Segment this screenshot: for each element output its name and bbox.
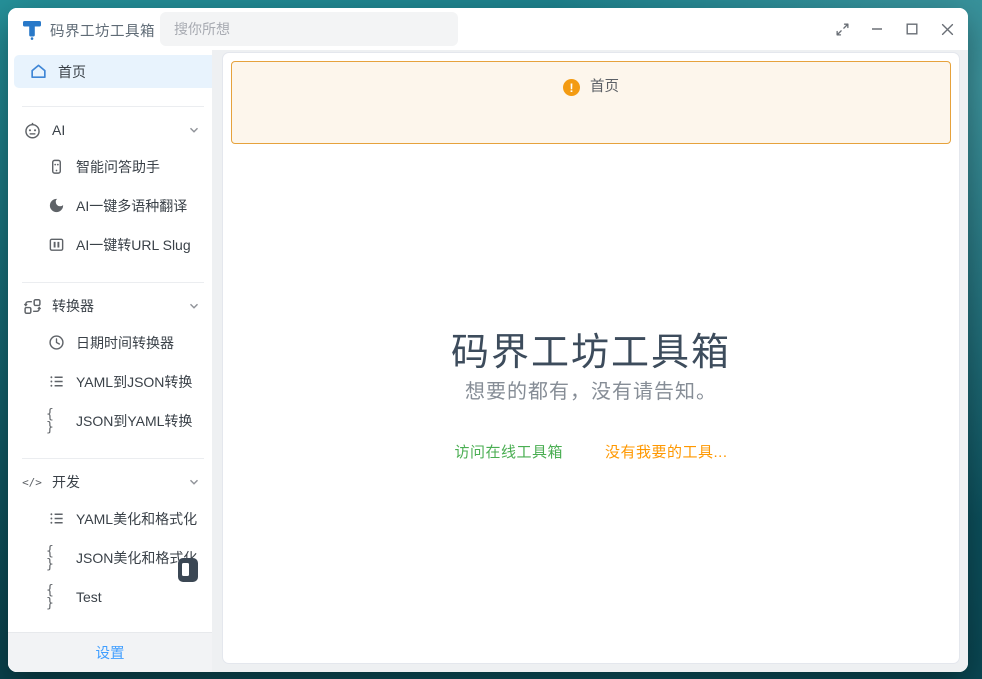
clock-icon: [46, 333, 66, 353]
sidebar-item-yaml-to-json[interactable]: YAML到JSON转换: [8, 362, 212, 401]
section-label: AI: [52, 122, 65, 138]
sidebar-item-label: AI一键多语种翻译: [76, 196, 187, 216]
sidebar-item-datetime-converter[interactable]: 日期时间转换器: [8, 323, 212, 362]
home-icon: [28, 62, 48, 82]
sidebar-item-label: 首页: [58, 62, 86, 82]
transform-icon: [22, 296, 42, 316]
section-label: 开发: [52, 472, 80, 492]
robot-icon: [22, 120, 42, 140]
chevron-down-icon: [188, 476, 200, 488]
sidebar-divider: [22, 282, 204, 283]
missing-tool-link[interactable]: 没有我要的工具...: [605, 441, 728, 462]
sidebar-item-test[interactable]: { } Test: [8, 577, 212, 616]
search-input[interactable]: [160, 12, 458, 46]
hero-links: 访问在线工具箱 没有我要的工具...: [223, 441, 959, 462]
hero-title: 码界工坊工具箱: [223, 321, 959, 376]
expand-button[interactable]: [833, 20, 851, 38]
braces-icon: { }: [46, 411, 66, 431]
sidebar-item-label: YAML到JSON转换: [76, 372, 192, 392]
settings-label: 设置: [96, 642, 125, 663]
settings-button[interactable]: 设置: [8, 632, 212, 672]
expand-icon: [835, 22, 850, 37]
sidebar-item-label: JSON到YAML转换: [76, 411, 192, 431]
floating-handle[interactable]: [178, 558, 198, 582]
minimize-icon: [870, 22, 884, 36]
sidebar-item-ai-url-slug[interactable]: AI一键转URL Slug: [8, 225, 212, 264]
close-icon: [940, 22, 955, 37]
sidebar-item-label: 日期时间转换器: [76, 333, 174, 353]
braces-icon: { }: [46, 587, 66, 607]
app-window: 码界工坊工具箱 首页 AI 智能问答助手 AI一键多语种翻译 AI一键转URL Slug…: [8, 8, 968, 672]
sidebar-item-label: YAML美化和格式化: [76, 509, 197, 529]
sidebar-item-label: AI一键转URL Slug: [76, 235, 191, 255]
list-icon: [46, 372, 66, 392]
content-area: 首页 AI 智能问答助手 AI一键多语种翻译 AI一键转URL Slug 转换器日期时间转…: [8, 50, 968, 672]
section-label: 转换器: [52, 296, 94, 316]
sidebar-item-yaml-beautify[interactable]: YAML美化和格式化: [8, 499, 212, 538]
sidebar: 首页 AI 智能问答助手 AI一键多语种翻译 AI一键转URL Slug 转换器日期时间转…: [8, 50, 212, 672]
sidebar-section-ai[interactable]: AI: [8, 113, 212, 147]
sidebar-divider: [22, 106, 204, 107]
list-icon: [46, 509, 66, 529]
sidebar-item-json-to-yaml[interactable]: { } JSON到YAML转换: [8, 401, 212, 440]
moon-icon: [46, 196, 66, 216]
sidebar-divider: [22, 458, 204, 459]
maximize-button[interactable]: [903, 20, 921, 38]
hero-subtitle: 想要的都有，没有请告知。: [223, 375, 959, 404]
app-logo-icon: [22, 18, 44, 42]
chevron-down-icon: [188, 300, 200, 312]
chevron-down-icon: [188, 124, 200, 136]
main-panel: ! 首页 码界工坊工具箱 想要的都有，没有请告知。 访问在线工具箱没有我要的工具…: [222, 52, 960, 664]
sidebar-item-label: 智能问答助手: [76, 157, 160, 177]
columns-icon: [46, 235, 66, 255]
sidebar-item-home[interactable]: 首页: [14, 55, 212, 88]
phone-icon: [46, 157, 66, 177]
sidebar-section-dev[interactable]: </> 开发: [8, 465, 212, 499]
window-controls: [833, 8, 956, 50]
minimize-button[interactable]: [868, 20, 886, 38]
sidebar-nav: 首页 AI 智能问答助手 AI一键多语种翻译 AI一键转URL Slug 转换器日期时间转…: [8, 50, 212, 632]
visit-online-toolbox-link[interactable]: 访问在线工具箱: [454, 441, 563, 462]
sidebar-section-converters[interactable]: 转换器: [8, 289, 212, 323]
hero-section: 码界工坊工具箱 想要的都有，没有请告知。 访问在线工具箱 没有我要的工具...: [223, 53, 959, 663]
sidebar-item-ai-multilang-translate[interactable]: AI一键多语种翻译: [8, 186, 212, 225]
code-icon: </>: [22, 472, 42, 492]
braces-icon: { }: [46, 548, 66, 568]
titlebar: 码界工坊工具箱: [8, 8, 968, 50]
close-button[interactable]: [938, 20, 956, 38]
sidebar-item-ai-qa-assistant[interactable]: 智能问答助手: [8, 147, 212, 186]
maximize-icon: [905, 22, 919, 36]
app-title: 码界工坊工具箱: [50, 20, 155, 41]
sidebar-item-label: Test: [76, 589, 102, 605]
